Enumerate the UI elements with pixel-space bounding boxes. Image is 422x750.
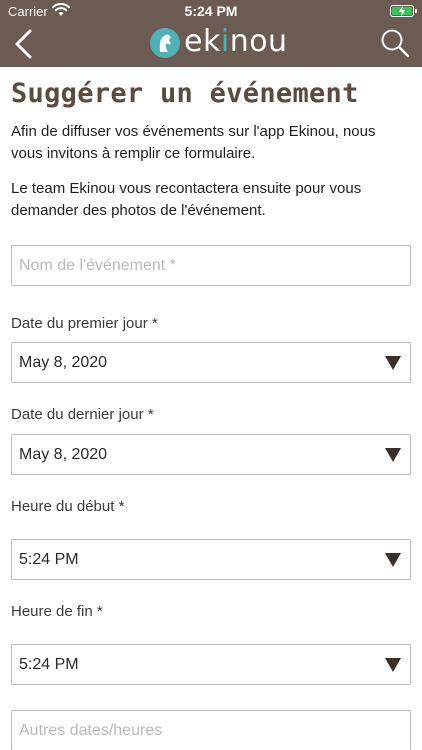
page-title: Suggérer un événement xyxy=(11,78,359,109)
start-time-select[interactable]: 5:24 PM xyxy=(11,539,411,580)
first-day-label: Date du premier jour * xyxy=(11,315,158,332)
last-day-label: Date du dernier jour * xyxy=(11,406,154,423)
logo-text-suffix: nou xyxy=(229,24,288,59)
event-name-input[interactable] xyxy=(11,245,411,286)
search-icon xyxy=(381,29,410,58)
logo-text-prefix: ek xyxy=(184,24,221,59)
horse-logo-icon xyxy=(150,28,180,58)
end-time-label: Heure de fin * xyxy=(11,603,103,620)
search-button[interactable] xyxy=(380,28,410,58)
intro-paragraph-2: Le team Ekinou vous recontactera ensuite… xyxy=(11,180,362,219)
triangle-down-icon xyxy=(385,356,401,370)
last-day-value: May 8, 2020 xyxy=(19,446,108,463)
first-day-value: May 8, 2020 xyxy=(19,354,108,371)
back-button[interactable] xyxy=(10,28,38,60)
battery-icon xyxy=(390,5,417,17)
start-time-label: Heure du début * xyxy=(11,498,125,515)
triangle-down-icon xyxy=(385,448,401,462)
status-time: 5:24 PM xyxy=(184,3,238,19)
end-time-select[interactable]: 5:24 PM xyxy=(11,644,411,685)
end-time-value: 5:24 PM xyxy=(19,656,79,673)
triangle-down-icon xyxy=(385,553,401,567)
first-day-select[interactable]: May 8, 2020 xyxy=(11,342,411,383)
start-time-value: 5:24 PM xyxy=(19,551,79,568)
other-dates-input[interactable] xyxy=(11,710,411,750)
last-day-select[interactable]: May 8, 2020 xyxy=(11,434,411,475)
status-bar: Carrier 5:24 PM xyxy=(0,0,422,24)
logo-text-accent: i xyxy=(220,24,230,59)
triangle-down-icon xyxy=(385,658,401,672)
chevron-left-icon xyxy=(15,29,32,59)
intro-paragraph-1: Afin de diffuser vos événements sur l'ap… xyxy=(11,123,376,162)
top-bar: Carrier 5:24 PM ekinou xyxy=(0,0,422,67)
ekinou-logo: ekinou xyxy=(150,24,287,61)
